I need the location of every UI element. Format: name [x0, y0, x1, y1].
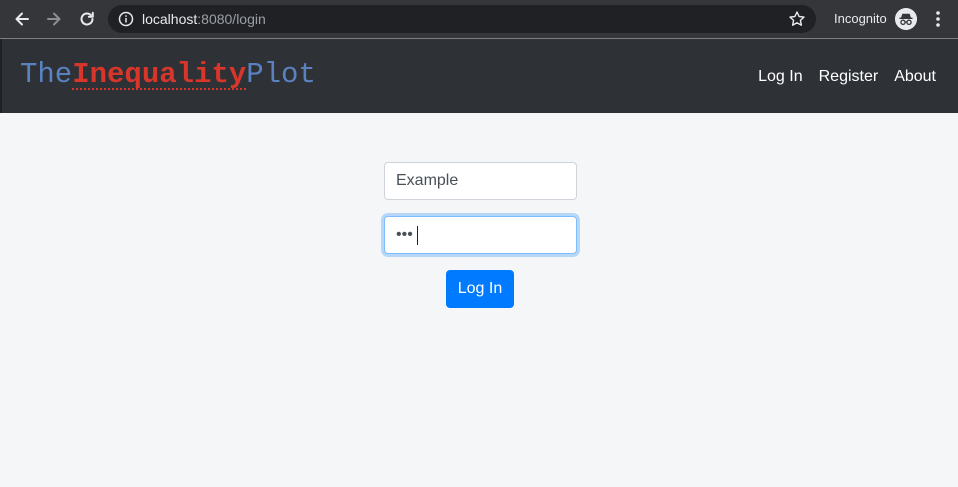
brand-logo[interactable]: TheInequalityPlot — [20, 59, 316, 91]
arrow-left-icon — [15, 12, 29, 26]
url-path: :8080/login — [197, 11, 266, 27]
nav-link-about[interactable]: About — [894, 67, 936, 87]
address-bar[interactable]: localhost:8080/login — [108, 5, 816, 33]
nav-link-log-in[interactable]: Log In — [758, 67, 802, 87]
kebab-menu-icon[interactable] — [930, 9, 946, 29]
username-field[interactable] — [384, 162, 577, 200]
nav-link-register[interactable]: Register — [819, 67, 879, 87]
arrow-right-icon — [47, 12, 61, 26]
password-field[interactable] — [384, 216, 577, 254]
nav-links: Log In Register About — [758, 67, 936, 87]
url-text: localhost:8080/login — [142, 11, 266, 27]
text-caret — [417, 226, 418, 245]
reload-button[interactable] — [76, 8, 98, 30]
brand-part-plot: Plot — [246, 58, 316, 91]
app-navbar: TheInequalityPlot Log In Register About — [0, 39, 958, 113]
back-button[interactable] — [11, 8, 33, 30]
forward-button[interactable] — [43, 8, 65, 30]
incognito-label: Incognito — [834, 11, 887, 26]
reload-icon — [80, 11, 94, 26]
star-icon[interactable] — [788, 10, 806, 28]
info-icon[interactable] — [118, 11, 134, 27]
incognito-icon[interactable] — [895, 8, 917, 30]
brand-part-the: The — [20, 58, 73, 91]
browser-toolbar: localhost:8080/login Incognito — [0, 0, 958, 38]
url-host: localhost — [142, 11, 198, 27]
brand-part-inequality: Inequality — [72, 58, 247, 91]
log-in-button[interactable]: Log In — [446, 270, 514, 308]
